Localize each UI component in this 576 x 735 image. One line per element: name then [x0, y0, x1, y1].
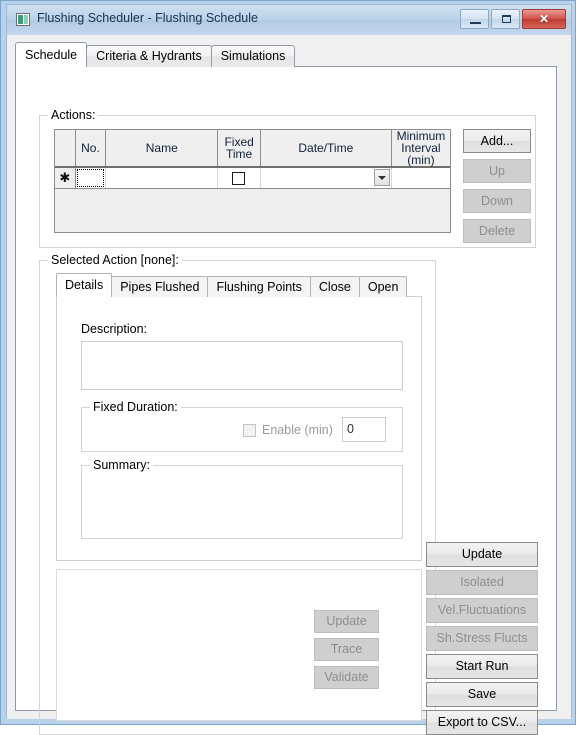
- details-tabstrip: Details Pipes Flushed Flushing Points Cl…: [56, 273, 408, 297]
- cell-name[interactable]: [105, 168, 219, 188]
- description-input[interactable]: [81, 341, 403, 390]
- enable-min-checkbox-row: Enable (min): [243, 423, 333, 437]
- grid-col-fixed-time[interactable]: Fixed Time: [218, 130, 261, 166]
- fixed-time-checkbox[interactable]: [232, 171, 246, 185]
- cell-fixed-time[interactable]: [218, 168, 261, 188]
- delete-button: Delete: [463, 219, 531, 243]
- grid-col-no[interactable]: No.: [76, 130, 107, 166]
- isolated-button: Isolated: [426, 570, 538, 595]
- enable-min-checkbox: [243, 423, 256, 437]
- table-row[interactable]: ✱: [55, 168, 450, 189]
- close-icon: ✕: [538, 12, 550, 26]
- actions-group-label: Actions:: [48, 108, 99, 122]
- cell-datetime[interactable]: [260, 168, 392, 188]
- grid-empty-area: [55, 189, 450, 232]
- application-window: Flushing Scheduler - Flushing Schedule ✕…: [0, 0, 576, 735]
- vel-fluctuations-button: Vel.Fluctuations: [426, 598, 538, 623]
- down-button: Down: [463, 189, 531, 213]
- grid-col-rowheader: [55, 130, 76, 166]
- grid-col-datetime[interactable]: Date/Time: [261, 130, 392, 166]
- tab-schedule[interactable]: Schedule: [15, 42, 88, 67]
- save-button[interactable]: Save: [426, 682, 538, 707]
- tab-open[interactable]: Open: [358, 276, 408, 297]
- sh-stress-flucts-button: Sh.Stress Flucts: [426, 626, 538, 651]
- trace-button: Trace: [314, 638, 379, 661]
- update-button[interactable]: Update: [426, 542, 538, 567]
- cell-minimum-interval[interactable]: [391, 168, 450, 188]
- minimize-icon: [470, 22, 481, 24]
- window-frame-inner: Flushing Scheduler - Flushing Schedule ✕…: [6, 4, 572, 735]
- app-icon: [16, 13, 30, 26]
- add-button[interactable]: Add...: [463, 129, 531, 153]
- schedule-tab-panel: Actions: No. Name Fixed Time Date/Time M…: [15, 66, 557, 735]
- grid-col-min-interval-line3: (min): [407, 153, 435, 167]
- grid-col-name[interactable]: Name: [106, 130, 219, 166]
- actions-grid[interactable]: No. Name Fixed Time Date/Time Minimum In…: [54, 129, 451, 233]
- window-title: Flushing Scheduler - Flushing Schedule: [37, 11, 258, 25]
- chevron-down-icon[interactable]: [373, 169, 390, 186]
- up-button: Up: [463, 159, 531, 183]
- actions-grid-header: No. Name Fixed Time Date/Time Minimum In…: [55, 130, 450, 168]
- tab-pipes-flushed[interactable]: Pipes Flushed: [111, 276, 209, 297]
- fixed-duration-minutes-input[interactable]: 0: [342, 417, 386, 442]
- title-bar: Flushing Scheduler - Flushing Schedule ✕: [7, 5, 571, 35]
- cell-no[interactable]: [75, 168, 106, 188]
- description-label: Description:: [81, 322, 147, 336]
- tab-simulations[interactable]: Simulations: [210, 45, 296, 67]
- grid-col-minimum-interval[interactable]: Minimum Interval (min): [392, 130, 450, 166]
- maximize-icon: [502, 15, 511, 23]
- tab-criteria-hydrants[interactable]: Criteria & Hydrants: [86, 45, 212, 67]
- summary-content: [82, 475, 402, 538]
- tab-close[interactable]: Close: [309, 276, 360, 297]
- center-update-button: Update: [314, 610, 379, 633]
- maximize-button[interactable]: [491, 9, 520, 29]
- export-to-csv-button[interactable]: Export to CSV...: [426, 710, 538, 735]
- close-button[interactable]: ✕: [522, 9, 566, 29]
- details-tab-panel: Description: Fixed Duration: Enable (min…: [56, 296, 422, 561]
- enable-min-label: Enable (min): [262, 423, 333, 437]
- window-controls: ✕: [460, 9, 566, 29]
- fixed-duration-label: Fixed Duration:: [90, 400, 181, 414]
- summary-label: Summary:: [90, 458, 153, 472]
- grid-col-fixed-time-line2: Time: [226, 147, 253, 161]
- main-tabstrip: Schedule Criteria & Hydrants Simulations: [15, 42, 296, 67]
- minimize-button[interactable]: [460, 9, 489, 29]
- client-area: Schedule Criteria & Hydrants Simulations…: [7, 35, 571, 735]
- selected-action-label: Selected Action [none]:: [48, 253, 182, 267]
- tab-flushing-points[interactable]: Flushing Points: [207, 276, 311, 297]
- tab-details[interactable]: Details: [56, 273, 113, 297]
- validate-button: Validate: [314, 666, 379, 689]
- row-marker-new: ✱: [55, 168, 76, 188]
- start-run-button[interactable]: Start Run: [426, 654, 538, 679]
